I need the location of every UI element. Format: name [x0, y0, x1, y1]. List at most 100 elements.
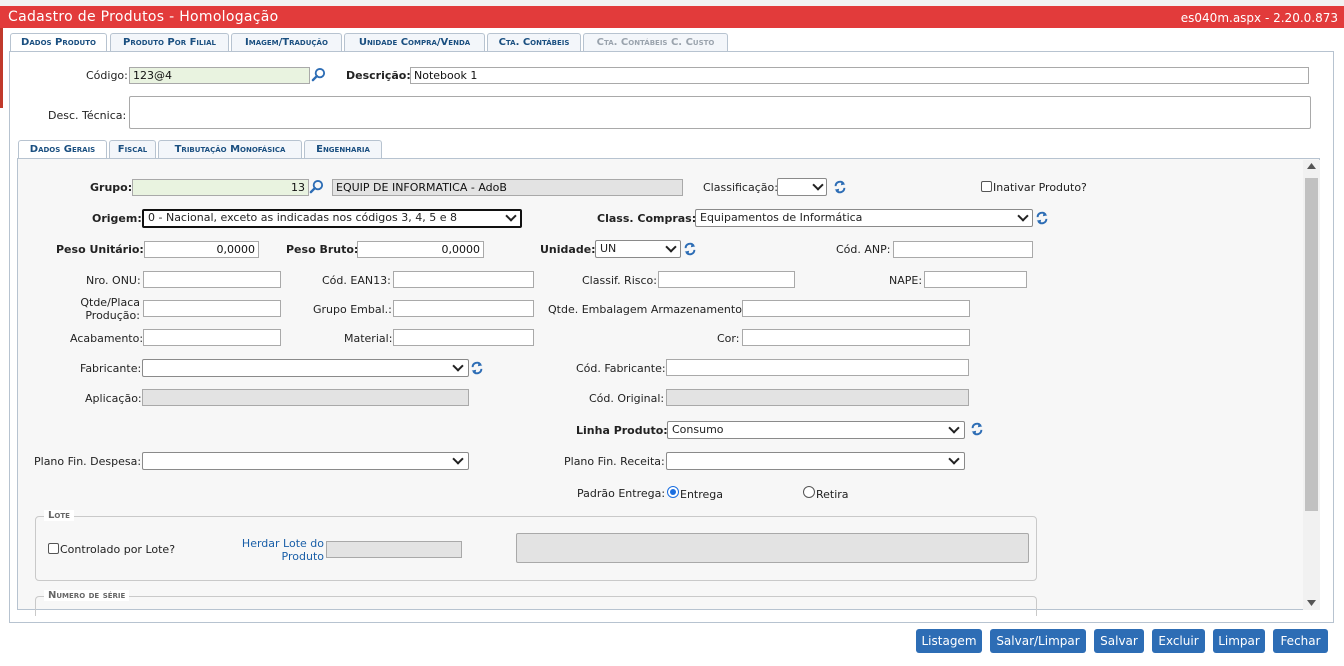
class-compras-label: Class. Compras:	[597, 212, 697, 225]
peso-unitario-input[interactable]: 0,0000	[144, 241, 259, 258]
qtde-placa-label: Qtde/Placa Produção:	[70, 296, 140, 322]
serie-legend: Numero de série	[44, 590, 130, 601]
tab-dados-produto[interactable]: Dados Produto	[10, 33, 107, 52]
entrega-radio[interactable]	[667, 486, 679, 498]
unidade-label: Unidade:	[540, 243, 596, 256]
fabricante-select[interactable]	[142, 359, 469, 377]
scrollbar-thumb[interactable]	[1305, 178, 1318, 511]
refresh-icon[interactable]	[683, 242, 697, 256]
inativar-checkbox[interactable]	[981, 181, 992, 192]
cod-original-input	[666, 389, 969, 406]
linha-produto-label: Linha Produto:	[576, 424, 668, 437]
limpar-button[interactable]: Limpar	[1213, 629, 1265, 653]
refresh-icon[interactable]	[970, 422, 984, 436]
origem-label: Origem:	[92, 212, 142, 225]
tab-unidade-compra-venda[interactable]: Unidade Compra/Venda	[344, 33, 485, 51]
nape-input[interactable]	[924, 271, 1027, 288]
refresh-icon[interactable]	[833, 180, 847, 194]
tab-produto-por-filial[interactable]: Produto Por Filial	[110, 33, 229, 51]
material-label: Material:	[344, 332, 393, 345]
peso-unitario-label: Peso Unitário:	[56, 243, 144, 256]
subtab-engenharia[interactable]: Engenharia	[304, 140, 382, 158]
salvar-limpar-button[interactable]: Salvar/Limpar	[990, 629, 1086, 653]
codigo-input[interactable]: 123@4	[129, 67, 310, 84]
grupo-desc-input: EQUIP DE INFORMATICA - AdoB	[332, 179, 683, 196]
descricao-input[interactable]: Notebook 1	[410, 67, 1309, 84]
material-input[interactable]	[393, 329, 534, 346]
cor-label: Cor:	[717, 332, 740, 345]
window-title: Cadastro de Produtos - Homologação	[8, 9, 279, 25]
cod-fabricante-label: Cód. Fabricante:	[576, 362, 666, 375]
peso-bruto-input[interactable]: 0,0000	[357, 241, 484, 258]
qtde-embalagem-label: Qtde. Embalagem Armazenamento:	[548, 303, 746, 316]
listagem-button[interactable]: Listagem	[916, 629, 982, 653]
grupo-input[interactable]: 13	[132, 179, 309, 196]
salvar-button[interactable]: Salvar	[1094, 629, 1144, 653]
inativar-label: Inativar Produto?	[993, 181, 1087, 194]
descricao-label: Descrição:	[346, 69, 411, 82]
tab-cta-contabeis[interactable]: Cta. Contábeis	[487, 33, 581, 51]
grupo-label: Grupo:	[90, 181, 133, 194]
cod-fabricante-input[interactable]	[666, 359, 969, 376]
controlado-lote-checkbox[interactable]	[48, 543, 59, 554]
cod-ean13-input[interactable]	[393, 271, 534, 288]
cod-ean13-label: Cód. EAN13:	[322, 274, 391, 287]
entrega-label: Entrega	[680, 488, 724, 501]
classificacao-select[interactable]	[777, 178, 827, 196]
qtde-embalagem-input[interactable]	[742, 300, 970, 317]
nro-onu-label: Nro. ONU:	[86, 274, 141, 287]
controlado-lote-label: Controlado por Lote?	[60, 543, 176, 556]
subtab-tributacao-monofasica[interactable]: Tributação Monofásica	[158, 140, 302, 158]
herdar-lote-link[interactable]: Herdar Lote do Produto	[230, 537, 324, 563]
linha-produto-select[interactable]: Consumo	[667, 421, 965, 439]
classif-risco-input[interactable]	[658, 271, 795, 288]
subtab-dados-gerais[interactable]: Dados Gerais	[18, 140, 107, 159]
desc-tecnica-label: Desc. Técnica:	[48, 109, 127, 122]
cor-input[interactable]	[742, 329, 970, 346]
subtab-fiscal[interactable]: Fiscal	[109, 140, 156, 158]
aplicacao-input	[142, 389, 469, 406]
refresh-icon[interactable]	[1035, 211, 1049, 225]
left-accent	[0, 28, 3, 108]
plano-despesa-select[interactable]	[142, 452, 469, 470]
origem-select[interactable]: 0 - Nacional, exceto as indicadas nos có…	[142, 209, 522, 228]
herdar-lote-line1: Herdar Lote do	[241, 537, 324, 550]
lote-textarea	[516, 533, 1029, 563]
version-label: es040m.aspx - 2.20.0.873	[1180, 11, 1338, 25]
qtde-placa-label-line2: Produção:	[85, 309, 140, 322]
herdar-lote-input	[326, 541, 462, 558]
desc-tecnica-textarea[interactable]	[129, 96, 1311, 129]
acabamento-input[interactable]	[143, 329, 281, 346]
retira-label: Retira	[816, 488, 849, 501]
refresh-icon[interactable]	[470, 361, 484, 375]
herdar-lote-line2: Produto	[281, 550, 324, 563]
serie-fieldset	[35, 596, 1037, 616]
fechar-button[interactable]: Fechar	[1273, 629, 1328, 653]
tab-imagem-traducao[interactable]: Imagem/Tradução	[231, 33, 342, 51]
retira-radio[interactable]	[803, 486, 815, 498]
acabamento-label: Acabamento:	[70, 332, 144, 345]
classif-risco-label: Classif. Risco:	[582, 274, 657, 287]
plano-despesa-label: Plano Fin. Despesa:	[34, 455, 142, 468]
nro-onu-input[interactable]	[143, 271, 281, 288]
lote-legend: Lote	[44, 510, 74, 521]
search-icon[interactable]	[311, 67, 326, 82]
fabricante-label: Fabricante:	[80, 362, 142, 375]
peso-bruto-label: Peso Bruto:	[286, 243, 359, 256]
padrao-entrega-label: Padrão Entrega:	[577, 487, 666, 500]
scroll-up-icon[interactable]	[1307, 163, 1316, 169]
aplicacao-label: Aplicação:	[85, 392, 142, 405]
title-bar: Cadastro de Produtos - Homologação es040…	[0, 6, 1344, 28]
cod-anp-label: Cód. ANP:	[836, 243, 891, 256]
excluir-button[interactable]: Excluir	[1152, 629, 1205, 653]
plano-receita-select[interactable]	[666, 452, 965, 470]
qtde-placa-input[interactable]	[143, 300, 281, 317]
grupo-embal-input[interactable]	[393, 300, 534, 317]
grupo-search-icon[interactable]	[309, 179, 324, 194]
scroll-down-icon[interactable]	[1307, 600, 1316, 606]
cod-anp-input[interactable]	[893, 241, 1033, 258]
qtde-placa-label-line1: Qtde/Placa	[80, 296, 140, 309]
grupo-embal-label: Grupo Embal.:	[313, 303, 392, 316]
classificacao-label: Classificação:	[703, 181, 778, 194]
class-compras-select[interactable]: Equipamentos de Informática	[695, 209, 1033, 227]
